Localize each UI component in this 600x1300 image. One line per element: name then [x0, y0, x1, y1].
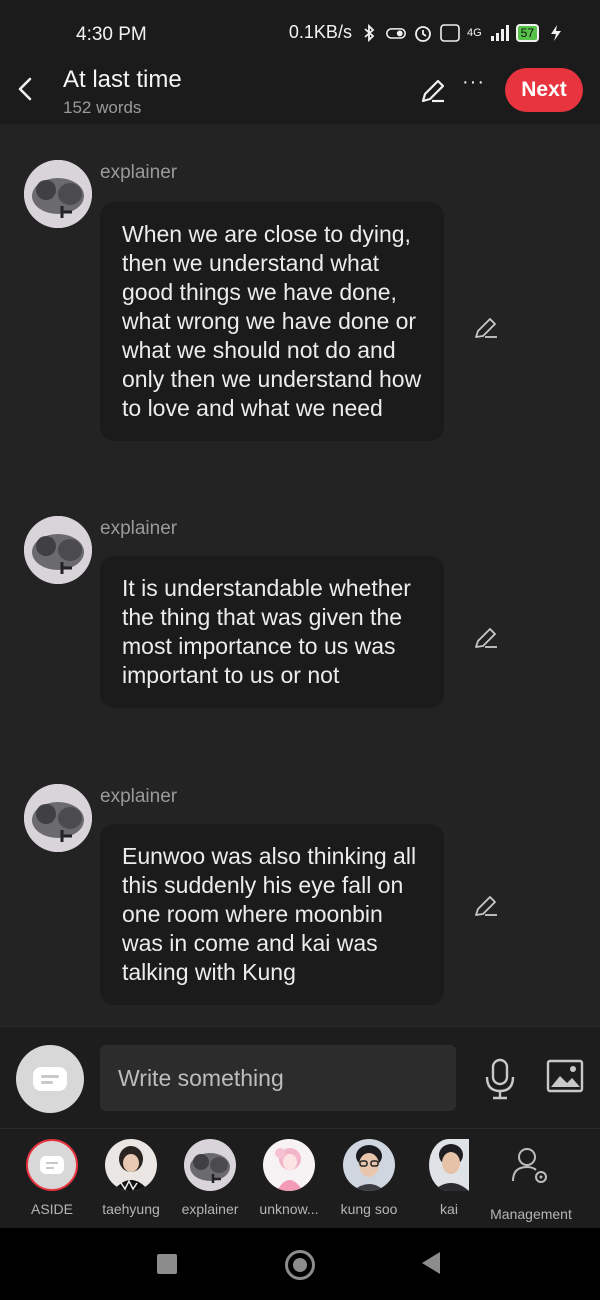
role-management[interactable]: Management — [484, 1139, 578, 1222]
word-count: 152 words — [63, 98, 142, 117]
role-kai[interactable]: kai — [404, 1139, 494, 1217]
message-bubble[interactable]: Eunwoo was also thinking all this sudden… — [100, 824, 444, 1005]
status-time: 4:30 PM — [76, 24, 147, 45]
battery-icon: 57 — [515, 23, 539, 42]
image-icon[interactable] — [546, 1059, 584, 1093]
avatar[interactable] — [24, 784, 92, 852]
back-button[interactable] — [14, 74, 36, 104]
aside-avatar — [26, 1139, 78, 1191]
system-back-button[interactable] — [422, 1252, 440, 1274]
role-unknown[interactable]: unknow... — [244, 1139, 334, 1217]
net-speed: 0.1KB/s — [288, 22, 352, 42]
avatar — [263, 1139, 315, 1191]
next-button[interactable]: Next — [505, 68, 583, 112]
status-bar: 4:30 PM 0.1KB/s 4G 57 — [0, 0, 600, 60]
avatar — [105, 1139, 157, 1191]
edit-pen-icon[interactable] — [418, 76, 448, 106]
recents-button[interactable] — [157, 1254, 177, 1274]
avatar[interactable] — [24, 160, 92, 228]
bluetooth-icon — [364, 23, 375, 42]
role-label: unknow... — [259, 1201, 319, 1217]
message-input[interactable] — [100, 1045, 456, 1111]
system-nav-bar — [0, 1228, 600, 1300]
edit-message-icon[interactable] — [472, 892, 500, 920]
avatar[interactable] — [24, 516, 92, 584]
sender-name: explainer — [100, 786, 178, 807]
volte-icon — [440, 23, 460, 42]
role-label: taehyung — [102, 1201, 160, 1217]
home-button[interactable] — [285, 1250, 315, 1280]
message-bubble[interactable]: It is understandable whether the thing t… — [100, 556, 444, 708]
user-settings-icon — [512, 1148, 547, 1183]
network-type: 4G — [466, 26, 482, 39]
toggle-icon — [386, 27, 406, 39]
alarm-icon — [415, 25, 431, 42]
edit-message-icon[interactable] — [472, 314, 500, 342]
message-list[interactable]: explainer When we are close to dying, th… — [0, 124, 600, 1026]
role-label: kai — [440, 1201, 458, 1217]
avatar — [343, 1139, 395, 1191]
role-label: Management — [490, 1206, 572, 1222]
microphone-icon[interactable] — [482, 1057, 518, 1101]
avatar — [184, 1139, 236, 1191]
sender-name: explainer — [100, 162, 178, 183]
sender-name: explainer — [100, 518, 178, 539]
composer — [0, 1026, 600, 1128]
aside-toggle-button[interactable] — [16, 1045, 84, 1113]
edit-message-icon[interactable] — [472, 624, 500, 652]
role-aside[interactable]: ASIDE — [7, 1139, 97, 1217]
message-bubble[interactable]: When we are close to dying, then we unde… — [100, 202, 444, 441]
aside-icon — [33, 1067, 67, 1091]
role-taehyung[interactable]: taehyung — [86, 1139, 176, 1217]
page-title: At last time — [63, 66, 182, 93]
role-label: kung soo — [340, 1201, 398, 1217]
role-label: ASIDE — [30, 1201, 73, 1217]
more-options-icon[interactable]: ··· — [462, 72, 486, 96]
role-explainer[interactable]: explainer — [165, 1139, 255, 1217]
status-indicators: 0.1KB/s 4G 57 — [289, 22, 566, 43]
role-selector: ASIDE taehyung explainer unknow... kung … — [0, 1128, 600, 1228]
signal-icon — [490, 24, 509, 41]
header: At last time 152 words ··· Next — [0, 60, 600, 124]
role-kung-soo[interactable]: kung soo — [324, 1139, 414, 1217]
charging-icon — [551, 24, 561, 41]
avatar — [429, 1139, 469, 1191]
role-label: explainer — [181, 1201, 239, 1217]
